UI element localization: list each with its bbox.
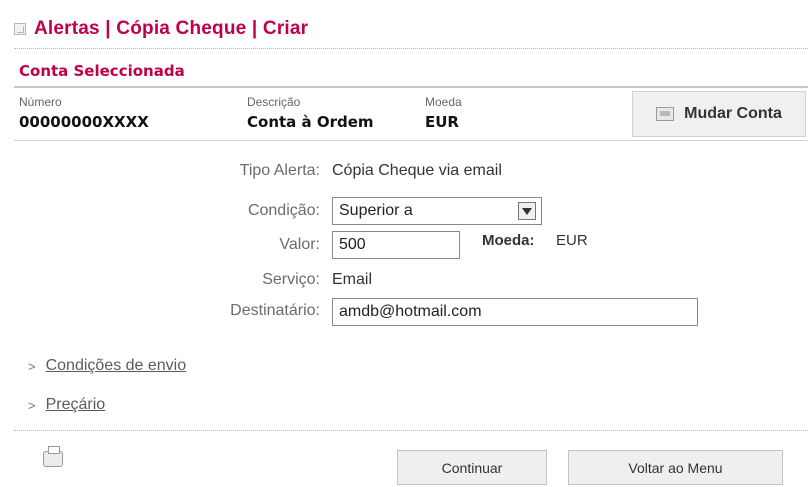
page-title: Alertas | Cópia Cheque | Criar [34,18,309,39]
page-header: Alertas | Cópia Cheque | Criar [14,12,804,46]
account-divider [14,140,808,141]
continue-button[interactable]: Continuar [397,450,547,485]
change-account-button[interactable]: Mudar Conta [632,91,806,137]
header-divider [14,48,808,49]
window-icon [14,23,26,35]
pricing-link[interactable]: Preçário [46,396,106,414]
chevron-down-icon[interactable] [518,202,536,220]
alert-type-label: Tipo Alerta: [239,162,320,179]
change-account-label: Mudar Conta [684,105,782,122]
footer-divider [14,430,808,431]
account-description-label: Descrição [247,95,301,109]
account-number-label: Número [19,95,62,109]
value-label: Valor: [279,236,320,253]
chevron-right-icon: > [28,358,36,374]
printer-icon[interactable] [43,446,63,467]
account-currency-label: Moeda [425,95,462,109]
currency-value: EUR [556,232,588,249]
service-label: Serviço: [262,271,320,288]
account-number-value: 00000000XXXX [19,113,149,131]
chevron-right-icon: > [28,397,36,413]
recipient-label: Destinatário: [230,302,320,319]
alert-type-value: Cópia Cheque via email [332,162,502,179]
shipping-conditions-link[interactable]: Condições de envio [46,357,187,375]
account-description-value: Conta à Ordem [247,113,374,131]
condition-label: Condição: [247,202,320,219]
recipient-input[interactable] [332,298,698,326]
account-card-icon [656,107,675,121]
account-currency-value: EUR [425,113,459,131]
back-to-menu-button[interactable]: Voltar ao Menu [568,450,783,485]
value-input[interactable] [332,231,460,259]
shipping-conditions-row[interactable]: > Condições de envio [28,357,186,375]
currency-label: Moeda: [482,232,535,249]
condition-select[interactable]: Superior a [332,197,542,225]
section-divider [14,86,808,88]
section-title: Conta Seleccionada [19,62,185,80]
pricing-row[interactable]: > Preçário [28,396,105,414]
service-value: Email [332,271,373,288]
condition-selected-value: Superior a [339,202,413,219]
